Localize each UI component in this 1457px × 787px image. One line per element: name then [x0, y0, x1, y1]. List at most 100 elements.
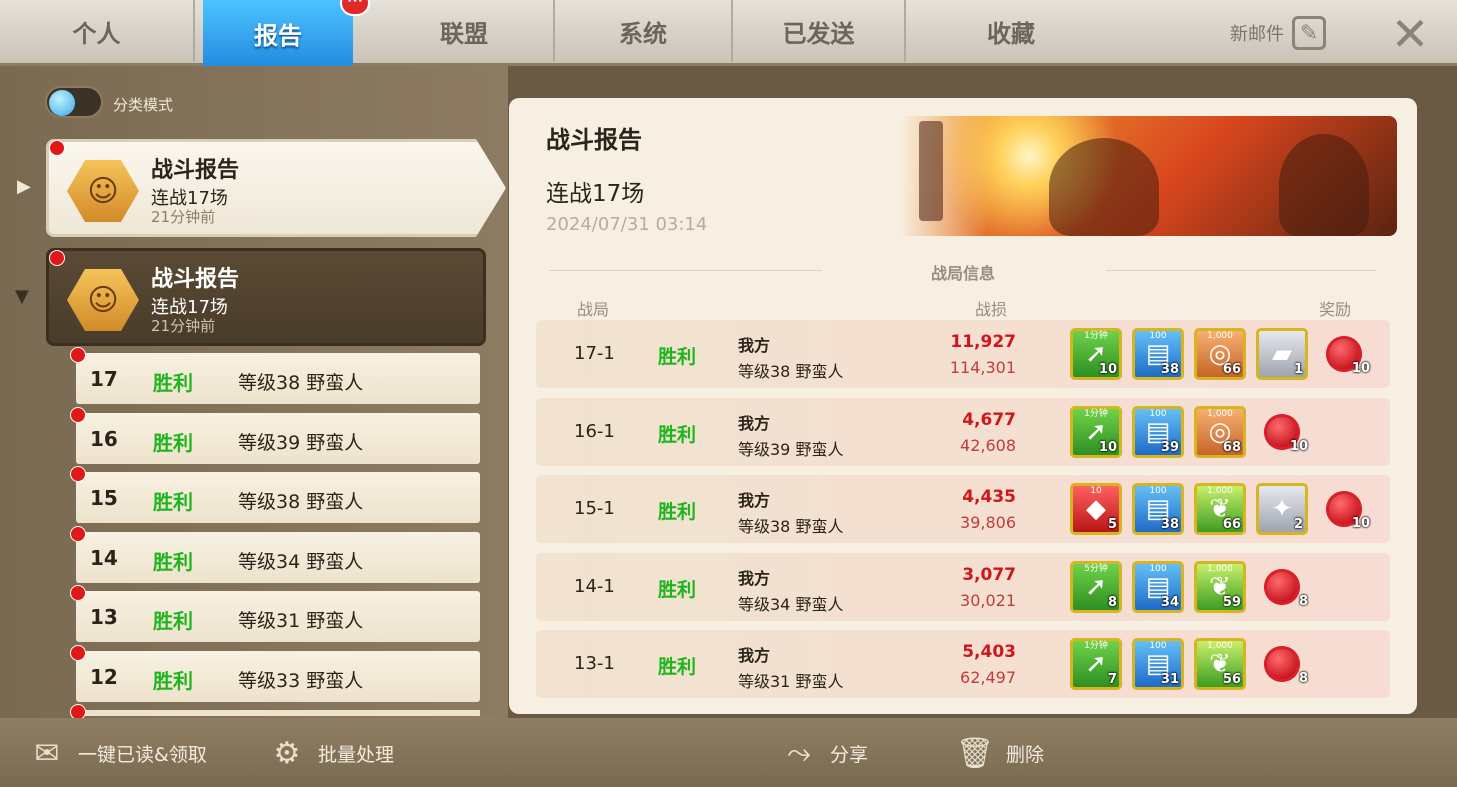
crystal-icon: ✦	[1271, 494, 1293, 524]
read-all-claim-button[interactable]: ✉ 一键已读&领取	[28, 734, 206, 772]
round-result: 胜利	[658, 501, 697, 523]
reward-count: 66	[1222, 362, 1241, 377]
reward-denomination: 100	[1149, 408, 1167, 419]
reward-item[interactable]: 1,000 ◎ 66	[1194, 328, 1246, 380]
tab-sent[interactable]: 已发送	[733, 0, 906, 62]
round-number: 16-1	[574, 420, 615, 442]
reward-count: 10	[1351, 516, 1370, 531]
round-row: 14-1 胜利 我方 等级34 野蛮人 3,077 30,021 5分钟 ➚ 8 100 ▤ 34 1,…	[536, 552, 1390, 621]
caret-down-icon: ▼	[15, 286, 29, 307]
reward-denomination: 1,000	[1207, 408, 1233, 419]
reward-item[interactable]: 1,000 ❦ 56	[1194, 638, 1246, 690]
battle-enemy: 等级34 野蛮人	[238, 550, 364, 573]
batch-process-button[interactable]: ⚙ 批量处理	[268, 734, 394, 772]
reward-denomination: 100	[1149, 331, 1167, 341]
battle-number: 12	[90, 664, 118, 689]
battle-number: 16	[90, 426, 118, 451]
share-label: 分享	[830, 743, 869, 766]
reward-item[interactable]: 1分钟 ➚ 10	[1070, 405, 1122, 458]
reward-item[interactable]: 100 ▤ 31	[1132, 638, 1184, 690]
delete-button[interactable]: 🗑 删除	[956, 734, 1044, 772]
unread-dot	[70, 347, 86, 363]
reward-denomination: 1,000	[1207, 641, 1233, 651]
battle-row[interactable]: 12 胜利 等级33 野蛮人	[70, 644, 480, 702]
reward-item[interactable]: 1,000 ❦ 66	[1194, 483, 1246, 535]
report-detail-panel: 战斗报告 连战17场 2024/07/31 03:14 战局信息 战局 战损 奖…	[509, 98, 1417, 714]
round-enemy: 等级34 野蛮人	[738, 594, 844, 614]
reward-count: 68	[1222, 439, 1241, 455]
round-own-loss: 5,403	[962, 642, 1016, 662]
commander-avatar: ☺	[67, 160, 139, 222]
reward-denomination: 10	[1090, 486, 1102, 496]
tab-personal[interactable]: 个人	[0, 0, 195, 62]
reward-item[interactable]: 10	[1318, 483, 1370, 535]
reward-count: 34	[1160, 594, 1179, 610]
battle-result: 胜利	[153, 609, 193, 633]
reward-item[interactable]: 8	[1256, 561, 1308, 613]
close-icon[interactable]: ✕	[1388, 11, 1432, 57]
report-card-title: 战斗报告	[151, 158, 240, 183]
reward-count: 31	[1160, 672, 1179, 687]
reward-denomination: 1分钟	[1084, 641, 1108, 651]
round-result: 胜利	[658, 578, 697, 601]
round-own-side: 我方	[738, 491, 771, 510]
tab-alliance[interactable]: 联盟	[375, 0, 555, 62]
round-row: 17-1 胜利 我方 等级38 野蛮人 11,927 114,301 1分钟 ➚ 10 100 ▤ 3…	[536, 320, 1390, 388]
battle-number: 17	[90, 367, 118, 391]
battle-row[interactable]: 14 胜利 等级34 野蛮人	[70, 525, 480, 583]
battle-list: 17 胜利 等级38 野蛮人 16 胜利 等级39 野蛮人 15 胜利 等级38…	[70, 347, 480, 720]
unread-dot	[49, 140, 65, 156]
reward-item[interactable]: 100 ▤ 38	[1132, 328, 1184, 380]
reward-item[interactable]: 100 ▤ 38	[1132, 483, 1184, 535]
reward-item[interactable]: 1,000 ❦ 59	[1194, 560, 1246, 613]
share-button[interactable]: ⤳ 分享	[780, 734, 868, 772]
battle-result: 胜利	[153, 490, 193, 514]
gear-icon: ⚙	[273, 735, 301, 771]
round-row: 16-1 胜利 我方 等级39 野蛮人 4,677 42,608 1分钟 ➚ 10 100 ▤ 39 1…	[536, 397, 1390, 466]
report-card-expanded[interactable]: ☺ 战斗报告 连战17场 21分钟前	[46, 248, 486, 346]
reward-count: 39	[1160, 439, 1179, 455]
reward-denomination: 100	[1149, 641, 1167, 651]
reward-count: 66	[1222, 517, 1241, 532]
round-enemy-loss: 114,301	[949, 358, 1016, 377]
reward-item[interactable]: ▰ 1	[1256, 328, 1308, 380]
banner-figure	[1279, 134, 1369, 236]
new-mail-button[interactable]: 新邮件 ✎	[1230, 16, 1326, 50]
reward-item[interactable]: ✦ 2	[1256, 483, 1308, 535]
reward-item[interactable]: 10 ◆ 5	[1070, 483, 1122, 535]
column-header-reward: 奖励	[1319, 300, 1352, 319]
battle-row[interactable]: 17 胜利 等级38 野蛮人	[70, 347, 480, 404]
battle-number: 14	[90, 545, 118, 570]
reward-item[interactable]: 10	[1256, 406, 1308, 458]
reward-item[interactable]: 100 ▤ 34	[1132, 560, 1184, 613]
toggle-knob	[49, 90, 75, 116]
reward-list: 1分钟 ➚ 10 100 ▤ 39 1,000 ◎ 68 10	[1070, 405, 1308, 458]
reward-item[interactable]: 100 ▤ 39	[1132, 405, 1184, 458]
reward-count: 2	[1293, 517, 1303, 532]
reward-item[interactable]: 1分钟 ➚ 10	[1070, 328, 1122, 380]
material-icon: ▰	[1272, 339, 1292, 369]
envelope-icon: ✉	[34, 735, 60, 771]
battle-row[interactable]: 15 胜利 等级38 野蛮人	[70, 466, 480, 523]
round-own-loss: 3,077	[962, 564, 1016, 585]
unread-dot	[70, 466, 86, 482]
battle-row[interactable]: 13 胜利 等级31 野蛮人	[70, 585, 480, 642]
tab-favorites[interactable]: 收藏	[906, 0, 1116, 62]
category-mode-toggle[interactable]	[45, 86, 103, 118]
round-enemy: 等级39 野蛮人	[738, 439, 844, 459]
report-card-time: 21分钟前	[151, 317, 216, 335]
reward-item[interactable]: 8	[1256, 638, 1308, 690]
tab-system[interactable]: 系统	[555, 0, 733, 62]
reward-item[interactable]: 10	[1318, 328, 1370, 380]
reward-item[interactable]: 1,000 ◎ 68	[1194, 405, 1246, 458]
round-own-loss: 11,927	[950, 332, 1016, 352]
report-card-selected[interactable]: ☺ 战斗报告 连战17场 21分钟前	[46, 139, 506, 237]
banner-figure	[919, 121, 943, 221]
battle-row[interactable]: 16 胜利 等级39 野蛮人	[70, 406, 480, 464]
reward-item[interactable]: 5分钟 ➚ 8	[1070, 560, 1122, 613]
round-number: 15-1	[574, 498, 615, 519]
battle-number: 13	[90, 605, 118, 629]
reward-count: 10	[1351, 361, 1370, 376]
reward-list: 1分钟 ➚ 7 100 ▤ 31 1,000 ❦ 56 8	[1070, 638, 1308, 690]
reward-item[interactable]: 1分钟 ➚ 7	[1070, 638, 1122, 690]
